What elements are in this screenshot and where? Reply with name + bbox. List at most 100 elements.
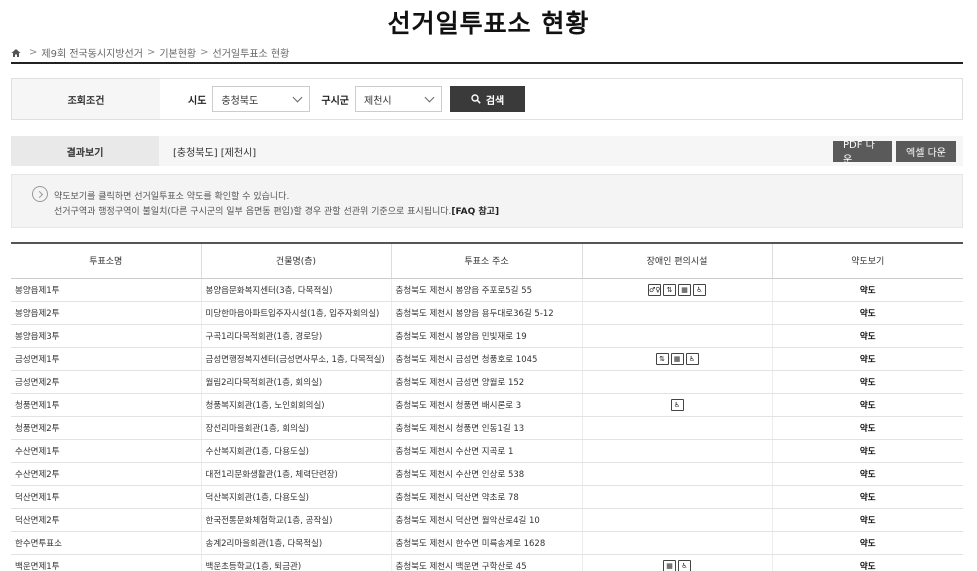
table-row: 수산면제2투 대전1리문화생활관(1층, 체력단련장) 충청북도 제천시 수산면 인…	[11, 462, 963, 486]
sido-select[interactable]: 충청북도	[212, 86, 311, 112]
excel-download-button[interactable]: 엑셀 다운	[896, 140, 956, 162]
notice-line-2: 선거구역과 행정구역이 불일치(다른 구시군의 일부 읍면동 편입)할 경우 관…	[54, 204, 499, 217]
table-row: 한수면투표소 송계2리마을회관(1층, 다목적실) 충청북도 제천시 한수면 미륵송…	[11, 531, 963, 555]
address-cell: 충청북도 제천시 청풍면 인동1길 13	[391, 416, 583, 440]
address-cell: 충청북도 제천시 봉양읍 용두대로36길 5-12	[391, 301, 583, 325]
breadcrumb-separator: >	[146, 47, 156, 58]
chevron-right-circle-icon	[32, 186, 48, 202]
address-cell: 충청북도 제천시 봉양읍 민빛재로 19	[391, 324, 583, 348]
table-body: 봉양읍제1투 봉양읍문화복지센터(3층, 다목적실) 충청북도 제천시 봉양읍 주포…	[11, 278, 963, 571]
map-link[interactable]: 약도	[772, 462, 963, 486]
facilities-cell	[582, 301, 773, 325]
table-row: 봉양읍제1투 봉양읍문화복지센터(3층, 다목적실) 충청북도 제천시 봉양읍 주포…	[11, 278, 963, 302]
result-bar: 결과보기 [충청북도] [제천시] PDF 다운 엑셀 다운	[11, 136, 963, 166]
breadcrumb: > 제9회 전국동시지방선거 > 기본현황 > 선거일투표소 현황	[11, 45, 289, 60]
header-address: 투표소 주소	[391, 243, 583, 279]
building-cell: 구곡1리다목적회관(1층, 경로당)	[201, 324, 392, 348]
building-cell: 덕산복지회관(1층, 다용도실)	[201, 485, 392, 509]
map-link[interactable]: 약도	[772, 531, 963, 555]
address-cell: 충청북도 제천시 금성면 양월로 152	[391, 370, 583, 394]
sigungu-select[interactable]: 제천시	[355, 86, 443, 112]
facilities-cell: ⇅ ▦ ♿	[582, 347, 773, 371]
facilities-cell	[582, 324, 773, 348]
station-name-cell: 봉양읍제2투	[11, 301, 202, 325]
wheelchair-icon: ♿	[678, 559, 691, 571]
building-cell: 미당한마음아파트입주자시설(1층, 입주자회의실)	[201, 301, 392, 325]
map-link[interactable]: 약도	[772, 324, 963, 348]
breadcrumb-separator: >	[29, 47, 38, 58]
pdf-download-button[interactable]: PDF 다운	[833, 140, 892, 166]
breadcrumb-item-basic[interactable]: 기본현황	[159, 45, 196, 60]
station-name-cell: 덕산면제2투	[11, 508, 202, 532]
map-link[interactable]: 약도	[772, 554, 963, 571]
facilities-cell	[582, 508, 773, 532]
station-name-cell: 금성면제2투	[11, 370, 202, 394]
elevator-icon: ⇅	[655, 352, 669, 365]
search-section-label: 조회조건	[12, 79, 160, 119]
address-cell: 충청북도 제천시 청풍면 배시론로 3	[391, 393, 583, 417]
map-link[interactable]: 약도	[772, 416, 963, 440]
address-cell: 충청북도 제천시 한수면 미륵송계로 1628	[391, 531, 583, 555]
facilities-cell	[582, 485, 773, 509]
wheelchair-icon: ♿	[685, 352, 699, 365]
facilities-cell: ▦ ♿	[582, 554, 773, 571]
building-cell: 대전1리문화생활관(1층, 체력단련장)	[201, 462, 392, 486]
map-link[interactable]: 약도	[772, 485, 963, 509]
table-row: 청풍면제1투 청풍복지회관(1층, 노인회회의실) 충청북도 제천시 청풍면 배시론…	[11, 393, 963, 417]
braille-block-icon: ▦	[670, 352, 684, 365]
station-name-cell: 청풍면제1투	[11, 393, 202, 417]
building-cell: 청풍복지회관(1층, 노인회회의실)	[201, 393, 392, 417]
address-cell: 충청북도 제천시 덕산면 약초로 78	[391, 485, 583, 509]
header-map: 약도보기	[772, 243, 963, 279]
notice-line-1: 약도보기를 클릭하면 선거일투표소 약도를 확인할 수 있습니다.	[54, 192, 290, 202]
building-cell: 봉양읍문화복지센터(3층, 다목적실)	[201, 278, 392, 302]
breadcrumb-item-current[interactable]: 선거일투표소 현황	[213, 45, 290, 60]
table-row: 금성면제1투 금성면행정복지센터(금성면사무소, 1층, 다목적실) 충청북도 제천…	[11, 347, 963, 371]
map-link[interactable]: 약도	[772, 439, 963, 463]
station-name-cell: 한수면투표소	[11, 531, 202, 555]
chevron-down-icon	[424, 92, 435, 102]
braille-block-icon: ▦	[678, 283, 691, 296]
breadcrumb-item-election[interactable]: 제9회 전국동시지방선거	[41, 45, 143, 60]
sigungu-label: 구시군	[321, 95, 350, 107]
table-row: 덕산면제2투 한국전통문화체험학교(1층, 공작실) 충청북도 제천시 덕산면 월악…	[11, 508, 963, 532]
facilities-cell	[582, 370, 773, 394]
search-icon	[471, 94, 481, 104]
station-name-cell: 금성면제1투	[11, 347, 202, 371]
map-link[interactable]: 약도	[772, 393, 963, 417]
building-cell: 월림2리다목적회관(1층, 회의실)	[201, 370, 392, 394]
search-panel: 조회조건 시도 충청북도 구시군 제천시 검색	[11, 78, 963, 120]
table-row: 봉양읍제2투 미당한마음아파트입주자시설(1층, 입주자회의실) 충청북도 제천시 …	[11, 301, 963, 325]
polling-station-table: 투표소명 건물명(층) 투표소 주소 장애인 편의시설 약도보기 봉양읍제1투 봉…	[11, 242, 963, 571]
map-link[interactable]: 약도	[772, 301, 963, 325]
title-divider	[11, 62, 963, 64]
table-row: 청풍면제2투 장선리마을회관(1층, 회의실) 충청북도 제천시 청풍면 인동1길 …	[11, 416, 963, 440]
address-cell: 충청북도 제천시 백운면 구학산로 45	[391, 554, 583, 571]
facilities-cell: ♂♀ ⇅ ▦ ♿	[582, 278, 773, 302]
map-link[interactable]: 약도	[772, 508, 963, 532]
station-name-cell: 수산면제1투	[11, 439, 202, 463]
station-name-cell: 수산면제2투	[11, 462, 202, 486]
sido-label: 시도	[188, 95, 207, 107]
station-name-cell: 봉양읍제3투	[11, 324, 202, 348]
search-button[interactable]: 검색	[450, 86, 526, 112]
facilities-cell: ♿	[582, 393, 773, 417]
elevator-icon: ⇅	[663, 283, 676, 296]
map-link[interactable]: 약도	[772, 347, 963, 371]
map-link[interactable]: 약도	[772, 370, 963, 394]
map-link[interactable]: 약도	[772, 278, 963, 302]
notice-line-2-text: 선거구역과 행정구역이 불일치(다른 구시군의 일부 읍면동 편입)할 경우 관…	[54, 207, 452, 217]
result-filter-text: [충청북도] [제천시]	[173, 147, 257, 159]
faq-link[interactable]: [FAQ 참고]	[451, 207, 499, 217]
building-cell: 금성면행정복지센터(금성면사무소, 1층, 다목적실)	[201, 347, 392, 371]
facilities-cell	[582, 462, 773, 486]
facilities-cell	[582, 416, 773, 440]
building-cell: 수산복지회관(1층, 다용도실)	[201, 439, 392, 463]
facilities-cell	[582, 439, 773, 463]
wheelchair-icon: ♿	[670, 398, 684, 411]
notice-box: 약도보기를 클릭하면 선거일투표소 약도를 확인할 수 있습니다. 선거구역과 …	[11, 174, 963, 228]
home-icon[interactable]	[11, 48, 21, 58]
address-cell: 충청북도 제천시 수산면 인상로 538	[391, 462, 583, 486]
header-station-name: 투표소명	[11, 243, 202, 279]
address-cell: 충청북도 제천시 수산면 지곡로 1	[391, 439, 583, 463]
